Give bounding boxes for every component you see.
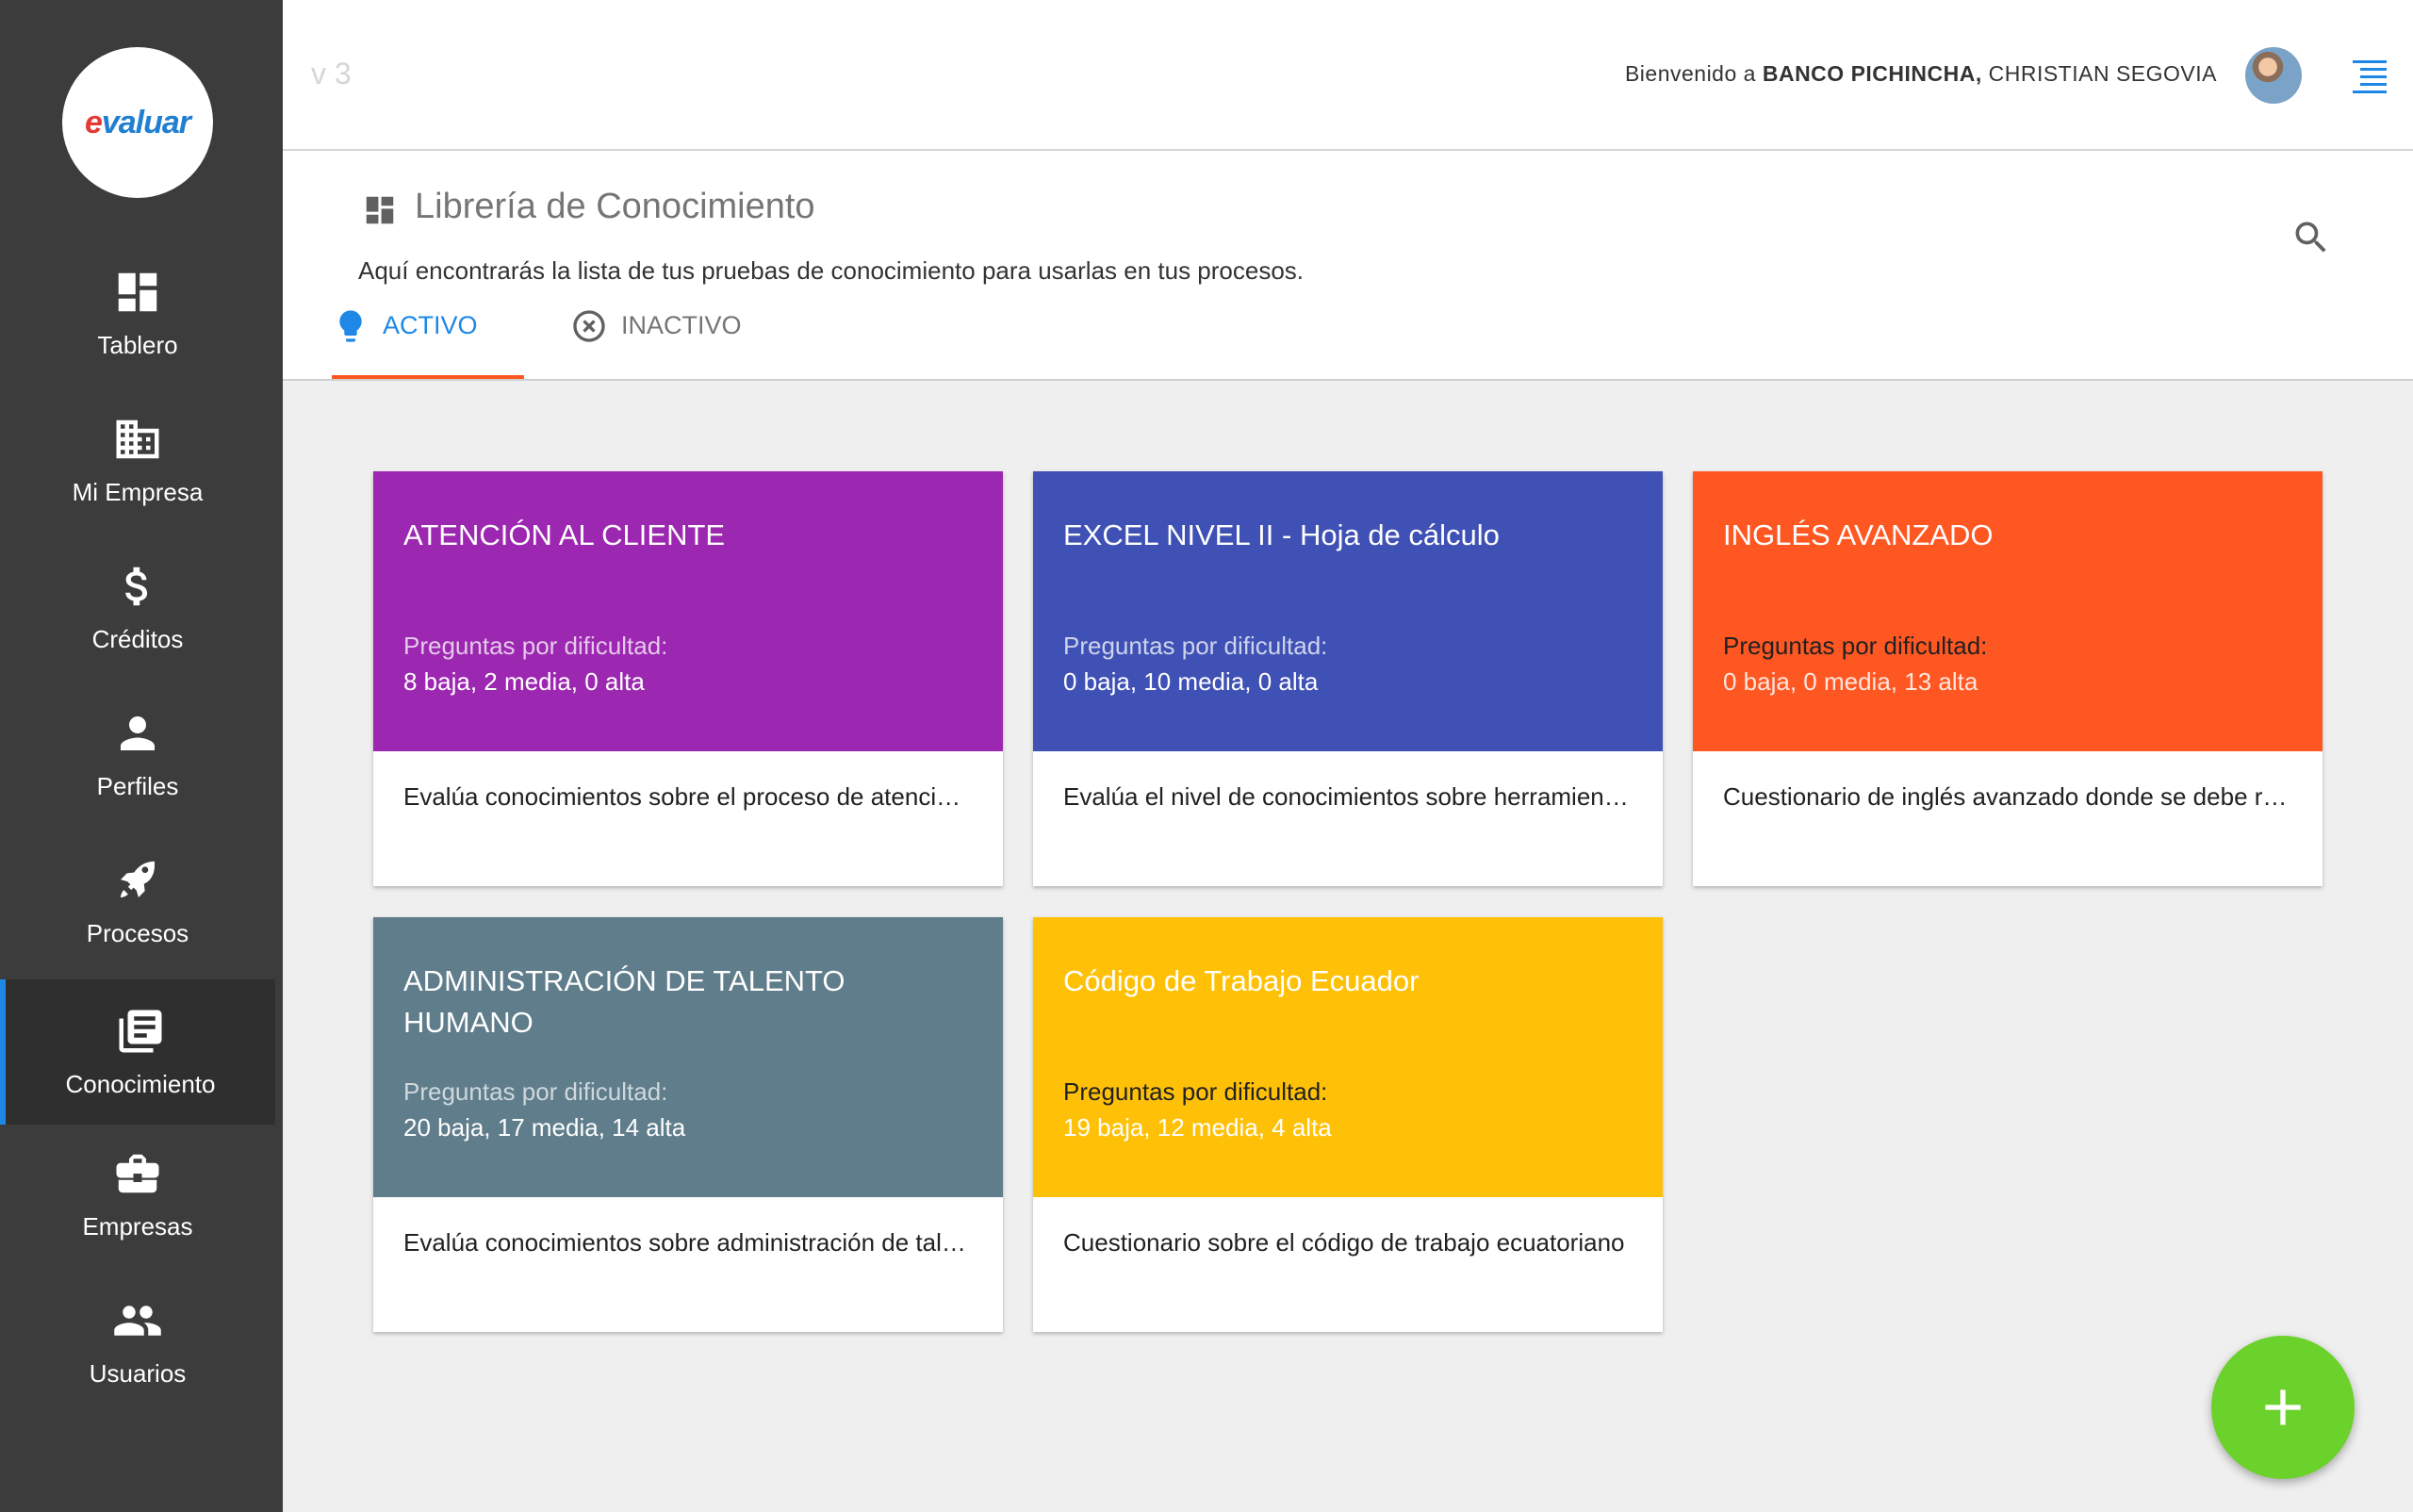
sidebar-item-label: Usuarios	[89, 1359, 187, 1388]
card-title: ATENCIÓN AL CLIENTE	[403, 518, 726, 551]
card-questions-label: Preguntas por dificultad:	[403, 1077, 668, 1106]
card-description: Cuestionario sobre el código de trabajo …	[1063, 1228, 1625, 1257]
card-questions-label: Preguntas por dificultad:	[1723, 632, 1988, 660]
sidebar-item-mi-empresa[interactable]: Mi Empresa	[0, 387, 275, 533]
tab-inactivo[interactable]: INACTIVO	[570, 310, 742, 379]
sidebar-item-label: Conocimiento	[65, 1070, 216, 1098]
knowledge-card[interactable]: EXCEL NIVEL II - Hoja de cálculo Pregunt…	[1033, 471, 1663, 886]
app-logo[interactable]: evaluar	[62, 47, 213, 198]
card-questions: 8 baja, 2 media, 0 alta	[403, 667, 645, 696]
lightbulb-icon	[339, 310, 362, 342]
user-name: CHRISTIAN SEGOVIA	[1981, 61, 2217, 86]
card-title: INGLÉS AVANZADO	[1723, 518, 1994, 551]
sidebar-item-procesos[interactable]: Procesos	[0, 829, 275, 974]
card-header: INGLÉS AVANZADO Preguntas por dificultad…	[1693, 471, 2323, 751]
sidebar-item-label: Perfiles	[96, 772, 179, 800]
card-questions: 0 baja, 0 media, 13 alta	[1723, 667, 1978, 696]
card-title: Código de Trabajo Ecuador	[1063, 964, 1420, 997]
card-questions-label: Preguntas por dificultad:	[1063, 1077, 1328, 1106]
sidebar-item-label: Créditos	[91, 625, 184, 653]
card-questions: 0 baja, 10 media, 0 alta	[1063, 667, 1319, 696]
rocket-icon	[121, 861, 155, 897]
building-icon	[116, 419, 159, 459]
card-questions: 19 baja, 12 media, 4 alta	[1063, 1113, 1332, 1142]
group-icon	[114, 1306, 161, 1336]
page-subtitle: Aquí encontrarás la lista de tus pruebas…	[358, 256, 1305, 285]
card-header: Código de Trabajo Ecuador Preguntas por …	[1033, 917, 1663, 1197]
knowledge-card[interactable]: INGLÉS AVANZADO Preguntas por dificultad…	[1693, 471, 2323, 886]
person-icon	[121, 716, 155, 750]
card-header: EXCEL NIVEL II - Hoja de cálculo Pregunt…	[1033, 471, 1663, 751]
menu-icon[interactable]	[2351, 57, 2388, 94]
page-header: Librería de Conocimiento Aquí encontrará…	[283, 151, 2413, 381]
card-title: EXCEL NIVEL II - Hoja de cálculo	[1063, 518, 1500, 551]
sidebar-item-conocimiento[interactable]: Conocimiento	[0, 979, 275, 1125]
card-questions-label: Preguntas por dificultad:	[1063, 632, 1328, 660]
dashboard-icon	[366, 196, 394, 224]
knowledge-card[interactable]: ADMINISTRACIÓN DE TALENTO HUMANO Pregunt…	[373, 917, 1003, 1332]
sidebar-item-usuarios[interactable]: Usuarios	[0, 1269, 275, 1414]
avatar[interactable]	[2245, 47, 2302, 104]
card-header: ADMINISTRACIÓN DE TALENTO HUMANO Pregunt…	[373, 917, 1003, 1197]
card-title: ADMINISTRACIÓN DE TALENTO HUMANO	[403, 964, 845, 1039]
card-description: Evalúa el nivel de conocimientos sobre h…	[1063, 782, 1629, 811]
sidebar-item-label: Mi Empresa	[72, 478, 204, 506]
search-icon[interactable]	[2290, 217, 2332, 258]
library-books-icon	[119, 1010, 162, 1053]
top-header: v 3 Bienvenido a BANCO PICHINCHA, CHRIST…	[283, 0, 2413, 151]
page-title: Librería de Conocimiento	[415, 187, 815, 226]
sidebar-item-empresas[interactable]: Empresas	[0, 1122, 275, 1267]
company-name: BANCO PICHINCHA,	[1762, 61, 1982, 86]
briefcase-icon	[116, 1154, 159, 1193]
sidebar-item-label: Empresas	[82, 1212, 193, 1241]
tab-label: INACTIVO	[621, 311, 742, 339]
sidebar-item-perfiles[interactable]: Perfiles	[0, 682, 275, 827]
card-description: Evalúa conocimientos sobre administració…	[403, 1228, 969, 1257]
version-label: v 3	[311, 57, 352, 90]
tab-label: ACTIVO	[383, 311, 478, 339]
sidebar-item-label: Tablero	[97, 331, 178, 359]
sidebar-item-creditos[interactable]: Créditos	[0, 534, 275, 680]
sidebar: evaluar Tablero Mi Empresa Créditos Perf…	[0, 0, 283, 1512]
card-questions-label: Preguntas por dificultad:	[403, 632, 668, 660]
card-header: ATENCIÓN AL CLIENTE Preguntas por dificu…	[373, 471, 1003, 751]
dashboard-icon	[118, 272, 157, 312]
welcome-message: Bienvenido a BANCO PICHINCHA, CHRISTIAN …	[1624, 61, 2217, 86]
plus-icon	[2265, 1389, 2301, 1425]
cancel-circle-icon	[573, 310, 605, 342]
card-questions: 20 baja, 17 media, 14 alta	[403, 1113, 686, 1142]
knowledge-card[interactable]: Código de Trabajo Ecuador Preguntas por …	[1033, 917, 1663, 1332]
card-description: Evalúa conocimientos sobre el proceso de…	[403, 782, 969, 811]
dollar-icon	[125, 567, 148, 606]
sidebar-item-label: Procesos	[86, 919, 189, 947]
add-button[interactable]	[2211, 1336, 2355, 1479]
sidebar-item-tablero[interactable]: Tablero	[0, 240, 275, 386]
logo-text: evaluar	[84, 104, 191, 140]
card-description: Cuestionario de inglés avanzado donde se…	[1723, 782, 2289, 811]
knowledge-card[interactable]: ATENCIÓN AL CLIENTE Preguntas por dificu…	[373, 471, 1003, 886]
tab-activo[interactable]: ACTIVO	[332, 310, 524, 379]
